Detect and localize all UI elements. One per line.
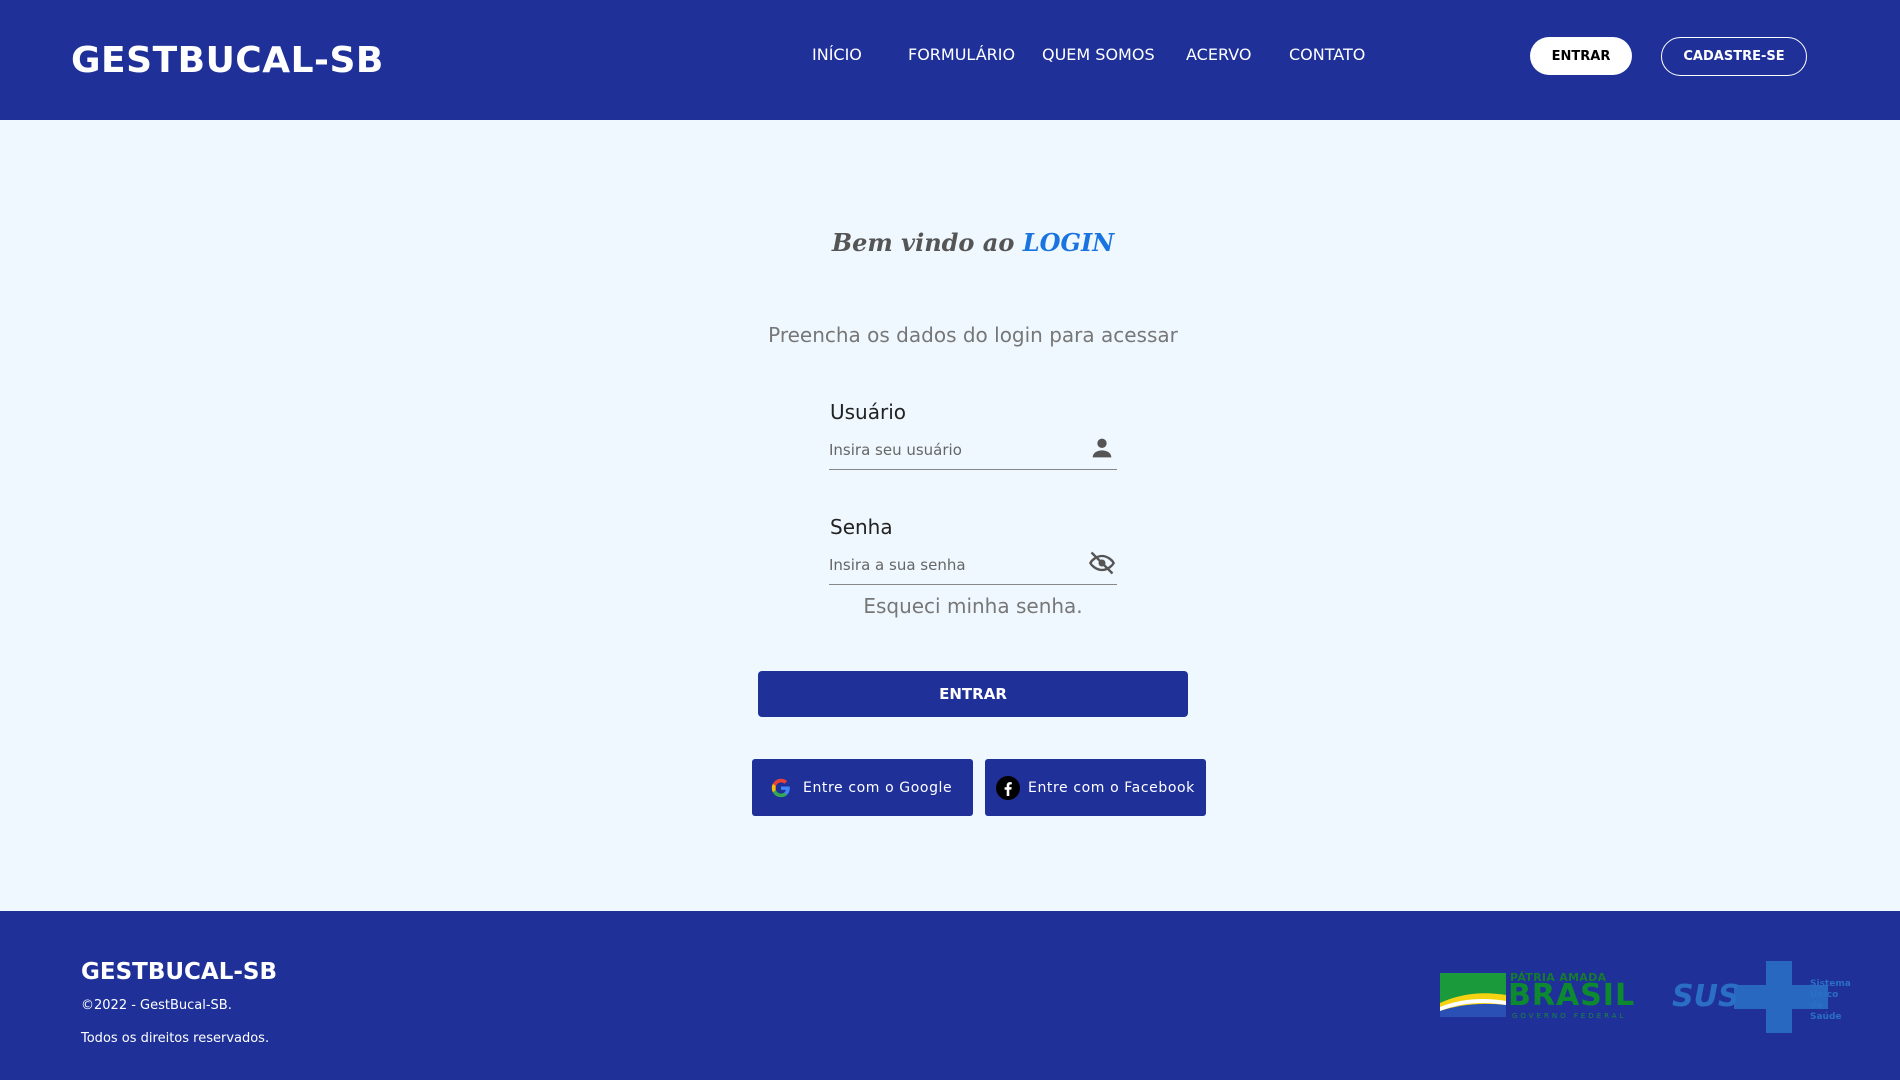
user-icon [1088, 434, 1116, 462]
nav-formulario[interactable]: FORMULÁRIO [908, 45, 1015, 64]
welcome-heading: Bem vindo ao LOGIN [0, 228, 1900, 257]
brasil-flag-icon [1440, 973, 1506, 1017]
eye-off-icon[interactable] [1087, 549, 1115, 577]
footer-rights: Todos os direitos reservados. [81, 1031, 270, 1046]
footer-logo: GESTBUCAL-SB [81, 959, 278, 985]
google-button-label: Entre com o Google [803, 779, 953, 796]
site-logo[interactable]: GESTBUCAL-SB [71, 40, 384, 81]
username-input[interactable] [829, 430, 1117, 470]
nav-inicio[interactable]: INÍCIO [812, 45, 862, 64]
brasil-logo-main: BRASIL [1508, 978, 1636, 1013]
password-label: Senha [830, 515, 893, 539]
nav-quem-somos[interactable]: QUEM SOMOS [1042, 45, 1155, 64]
sus-logo: SUS Sistema Único de Saúde [1672, 961, 1852, 1036]
facebook-login-button[interactable]: Entre com o Facebook [985, 759, 1206, 816]
facebook-icon [996, 775, 1020, 800]
welcome-accent: LOGIN [1022, 228, 1115, 257]
google-login-button[interactable]: Entre com o Google [752, 759, 973, 816]
footer-copyright: ©2022 - GestBucal-SB. [81, 998, 232, 1013]
sus-logo-side: Sistema Único de Saúde [1810, 979, 1852, 1023]
brasil-logo-sub: GOVERNO FEDERAL [1512, 1012, 1627, 1020]
top-navbar: GESTBUCAL-SB INÍCIO FORMULÁRIO QUEM SOMO… [0, 0, 1900, 120]
forgot-password-link[interactable]: Esqueci minha senha. [0, 594, 1900, 618]
login-subtitle: Preencha os dados do login para acessar [768, 323, 1178, 347]
sus-side-line-2: Único [1810, 990, 1839, 1000]
footer: GESTBUCAL-SB ©2022 - GestBucal-SB. Todos… [0, 911, 1900, 1080]
password-input[interactable] [829, 545, 1117, 585]
login-submit-button[interactable]: ENTRAR [758, 671, 1188, 717]
sus-logo-text: SUS [1672, 979, 1740, 1014]
sus-side-line-1: Sistema [1810, 979, 1851, 989]
brasil-governo-logo: PÁTRIA AMADA BRASIL GOVERNO FEDERAL [1440, 971, 1634, 1025]
username-label: Usuário [830, 400, 907, 424]
nav-acervo[interactable]: ACERVO [1186, 45, 1251, 64]
facebook-button-label: Entre com o Facebook [1028, 779, 1195, 796]
header-signup-button[interactable]: CADASTRE-SE [1661, 37, 1807, 76]
sus-side-line-3: de Saúde [1810, 1001, 1842, 1022]
header-login-button[interactable]: ENTRAR [1530, 37, 1632, 75]
google-icon [769, 776, 793, 800]
welcome-prefix: Bem vindo ao [831, 228, 1015, 257]
nav-contato[interactable]: CONTATO [1289, 45, 1365, 64]
